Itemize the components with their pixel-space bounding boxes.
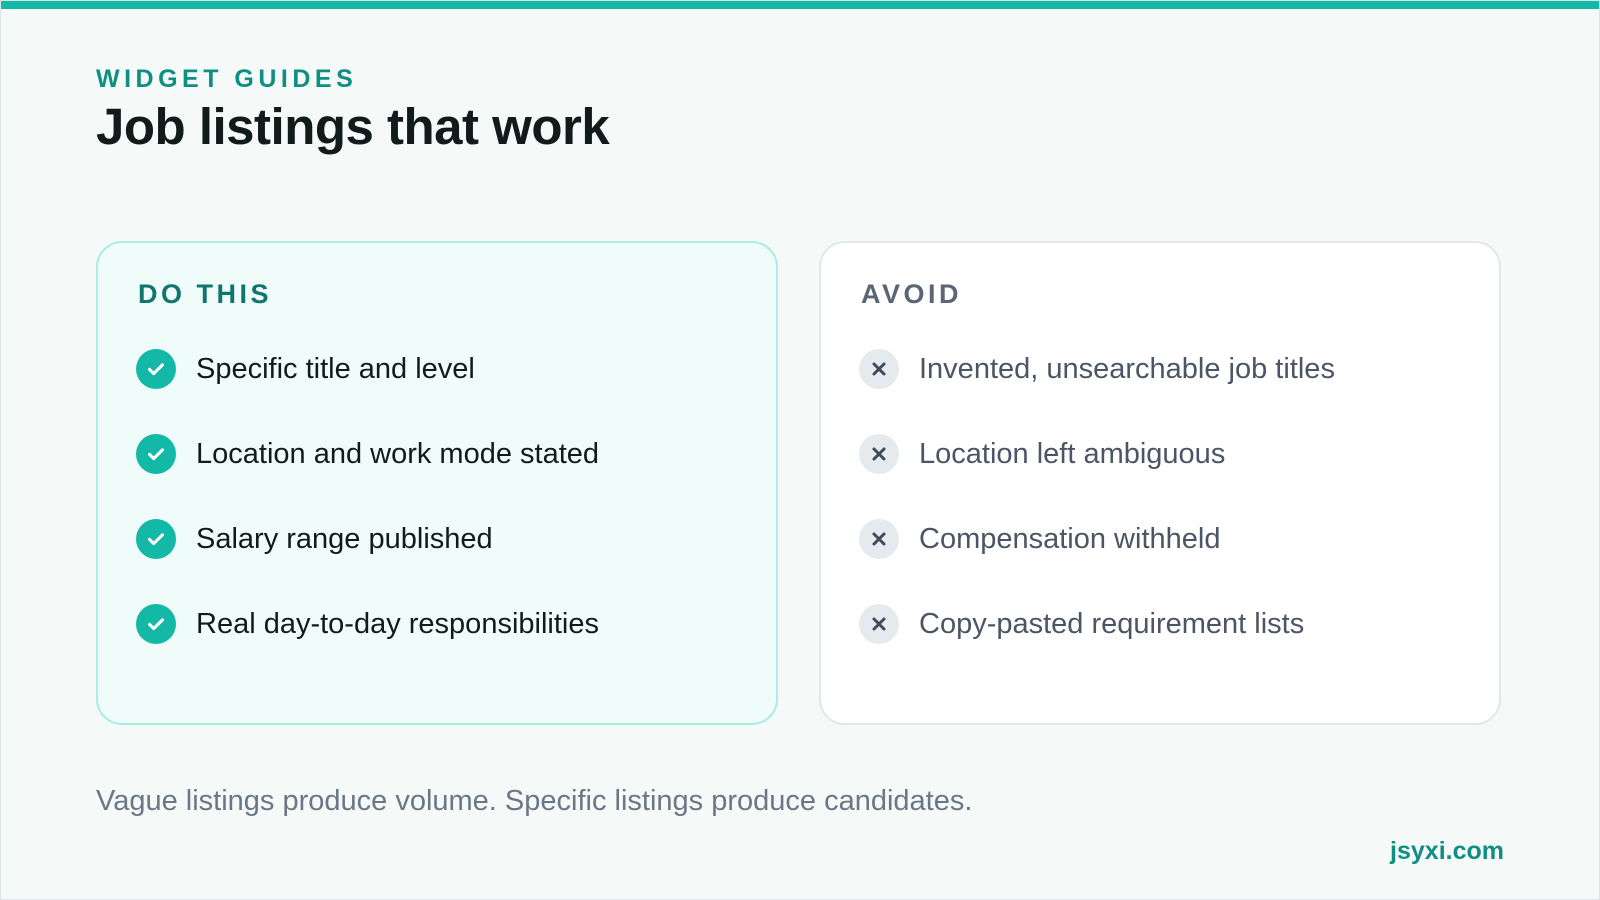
avoid-item: Compensation withheld bbox=[859, 519, 1335, 559]
check-icon bbox=[136, 349, 176, 389]
avoid-item-text: Invented, unsearchable job titles bbox=[919, 352, 1335, 385]
avoid-heading: AVOID bbox=[861, 279, 963, 309]
do-item: Specific title and level bbox=[136, 349, 599, 389]
do-this-card: DO THIS Specific title and level Locatio… bbox=[96, 241, 778, 725]
avoid-card: AVOID Invented, unsearchable job titles … bbox=[819, 241, 1501, 725]
do-this-list: Specific title and level Location and wo… bbox=[136, 349, 599, 689]
slide: WIDGET GUIDES Job listings that work DO … bbox=[0, 0, 1600, 900]
avoid-item-text: Compensation withheld bbox=[919, 522, 1221, 555]
avoid-item: Invented, unsearchable job titles bbox=[859, 349, 1335, 389]
do-item: Real day-to-day responsibilities bbox=[136, 604, 599, 644]
top-accent-bar bbox=[1, 1, 1599, 9]
do-item-text: Location and work mode stated bbox=[196, 437, 600, 470]
avoid-item: Location left ambiguous bbox=[859, 434, 1335, 474]
brand-link[interactable]: jsyxi.com bbox=[1390, 837, 1504, 866]
eyebrow-label: WIDGET GUIDES bbox=[96, 65, 358, 93]
avoid-item-text: Copy-pasted requirement lists bbox=[919, 607, 1305, 640]
avoid-item: Copy-pasted requirement lists bbox=[859, 604, 1335, 644]
x-icon bbox=[859, 519, 899, 559]
check-icon bbox=[136, 434, 176, 474]
avoid-item-text: Location left ambiguous bbox=[919, 437, 1226, 470]
avoid-list: Invented, unsearchable job titles Locati… bbox=[859, 349, 1335, 689]
do-item-text: Specific title and level bbox=[196, 352, 475, 385]
do-item-text: Real day-to-day responsibilities bbox=[196, 607, 599, 640]
check-icon bbox=[136, 604, 176, 644]
do-item: Salary range published bbox=[136, 519, 599, 559]
do-this-heading: DO THIS bbox=[138, 279, 273, 309]
x-icon bbox=[859, 349, 899, 389]
footer-note: Vague listings produce volume. Specific … bbox=[96, 785, 973, 817]
x-icon bbox=[859, 434, 899, 474]
do-item: Location and work mode stated bbox=[136, 434, 599, 474]
page-title: Job listings that work bbox=[96, 98, 610, 155]
check-icon bbox=[136, 519, 176, 559]
do-item-text: Salary range published bbox=[196, 522, 493, 555]
x-icon bbox=[859, 604, 899, 644]
